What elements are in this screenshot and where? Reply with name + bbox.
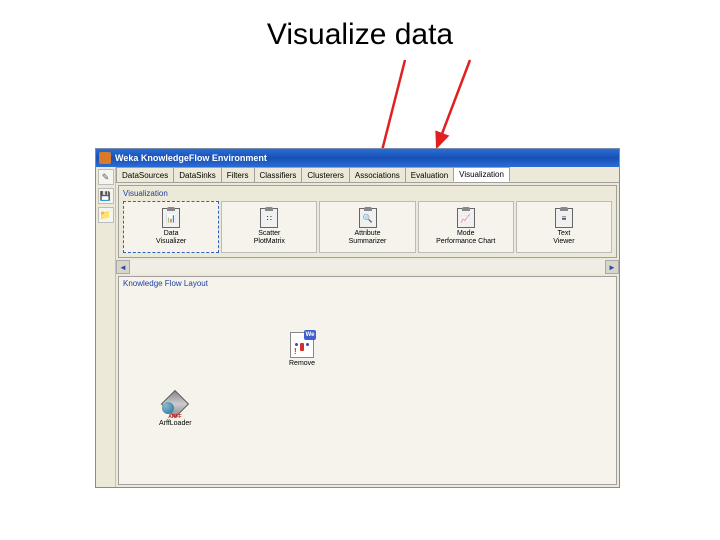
- viz-item-performance-chart[interactable]: 📈 Mode Performance Chart: [418, 201, 514, 253]
- performance-chart-icon: 📈: [457, 208, 475, 228]
- node-label: ArffLoader: [159, 420, 192, 427]
- visualization-panel-title: Visualization: [121, 188, 614, 199]
- viz-item-label: Performance Chart: [436, 238, 495, 246]
- node-label: Remove: [289, 360, 315, 367]
- tab-classifiers[interactable]: Classifiers: [254, 167, 303, 182]
- viz-item-label: Mode: [457, 230, 475, 238]
- attribute-summarizer-icon: 🔍: [359, 208, 377, 228]
- scroll-left-button[interactable]: ◄: [116, 260, 130, 274]
- scatter-plot-icon: ∷: [260, 208, 278, 228]
- viz-item-data-visualizer[interactable]: 📊 Data Visualizer: [123, 201, 219, 253]
- visualization-panel: Visualization 📊 Data Visualizer ∷ Scatte…: [118, 185, 617, 258]
- left-toolbar: ✎ 💾 📁: [96, 167, 116, 487]
- tab-evaluation[interactable]: Evaluation: [405, 167, 454, 182]
- viz-item-text-viewer[interactable]: ≡ Text Viewer: [516, 201, 612, 253]
- slide-title: Visualize data: [0, 0, 720, 52]
- viz-item-label: Data: [164, 230, 179, 238]
- viz-item-label: Attribute: [354, 230, 380, 238]
- viz-item-scatter-plot[interactable]: ∷ Scatter PlotMatrix: [221, 201, 317, 253]
- viz-item-label: Viewer: [553, 238, 574, 246]
- app-icon: [99, 152, 111, 164]
- tab-filters[interactable]: Filters: [221, 167, 255, 182]
- viz-item-label: PlotMatrix: [254, 238, 285, 246]
- window-title: Weka KnowledgeFlow Environment: [115, 153, 267, 163]
- app-window: Weka KnowledgeFlow Environment ✎ 💾 📁 Dat…: [95, 148, 620, 488]
- tab-datasources[interactable]: DataSources: [116, 167, 174, 182]
- viz-item-label: Summarizer: [349, 238, 387, 246]
- titlebar: Weka KnowledgeFlow Environment: [96, 149, 619, 167]
- flow-layout-title: Knowledge Flow Layout: [119, 277, 616, 290]
- viz-item-label: Visualizer: [156, 238, 186, 246]
- toolbar-edit-button[interactable]: ✎: [98, 169, 114, 185]
- node-remove[interactable]: We ! Remove: [289, 332, 315, 367]
- viz-item-attribute-summarizer[interactable]: 🔍 Attribute Summarizer: [319, 201, 415, 253]
- viz-item-label: Scatter: [258, 230, 280, 238]
- remove-filter-icon: We !: [290, 332, 314, 358]
- scroll-right-button[interactable]: ►: [605, 260, 619, 274]
- toolbar-save-button[interactable]: 💾: [98, 188, 114, 204]
- tab-bar: DataSources DataSinks Filters Classifier…: [116, 167, 619, 183]
- node-arff-loader[interactable]: ARFF ArffLoader: [159, 392, 192, 427]
- flow-layout-panel[interactable]: Knowledge Flow Layout ARFF ArffLoader We…: [118, 276, 617, 485]
- text-viewer-icon: ≡: [555, 208, 573, 228]
- palette-scrollbar: ◄ ►: [116, 260, 619, 274]
- tab-visualization[interactable]: Visualization: [453, 167, 510, 182]
- tab-associations[interactable]: Associations: [349, 167, 406, 182]
- arff-loader-icon: ARFF: [162, 392, 188, 418]
- scroll-track[interactable]: [130, 260, 605, 274]
- viz-item-label: Text: [557, 230, 570, 238]
- toolbar-open-button[interactable]: 📁: [98, 207, 114, 223]
- data-visualizer-icon: 📊: [162, 208, 180, 228]
- tab-datasinks[interactable]: DataSinks: [173, 167, 221, 182]
- tab-clusterers[interactable]: Clusterers: [301, 167, 349, 182]
